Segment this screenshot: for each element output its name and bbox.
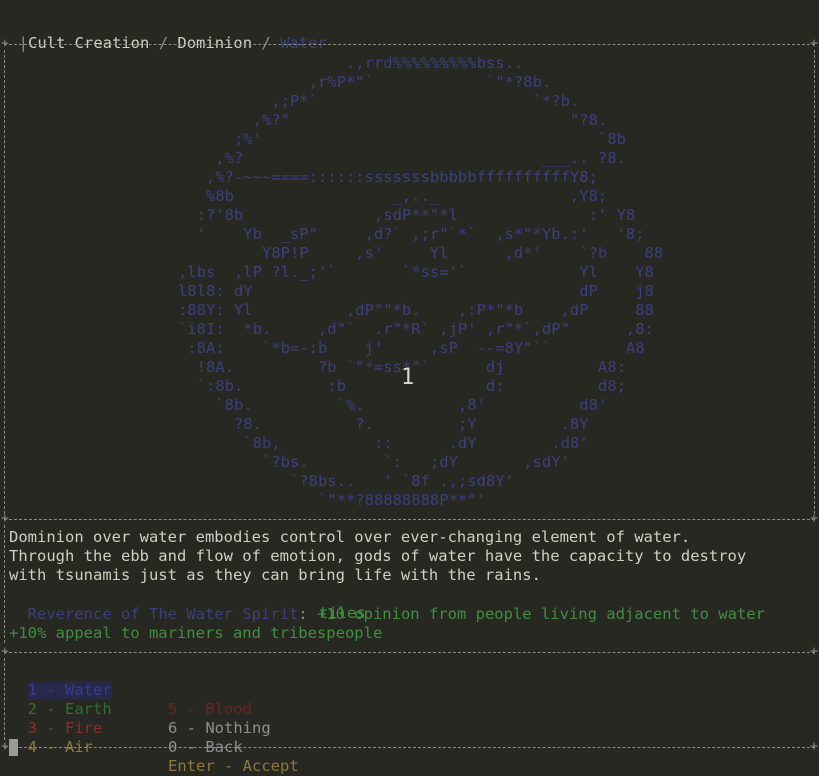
menu-row: 3 - Fire 0 - Back <box>9 700 819 756</box>
input-cursor[interactable] <box>9 739 18 756</box>
menu-row: 1 - Water 5 - Blood <box>9 662 819 718</box>
corner-plus: + <box>810 739 818 754</box>
separator-bottom <box>4 747 815 748</box>
separator-middle <box>4 519 815 520</box>
corner-plus: + <box>810 511 818 526</box>
menu-option-back[interactable]: 0 - Back <box>168 738 243 757</box>
description-line: Dominion over water embodies control ove… <box>9 528 691 546</box>
breadcrumb: |Cult Creation / Dominion / Water <box>0 15 819 52</box>
art-panel-left-border <box>4 50 5 514</box>
water-emblem-ascii-art: .,rrd%%%%%%%%%bss.. ,r%P*"` `"*?8b. ,;P*… <box>177 54 664 509</box>
menu-option-accept[interactable]: Enter - Accept <box>168 757 299 776</box>
separator-top <box>4 44 815 45</box>
description-line: Through the ebb and flow of emotion, god… <box>9 547 747 565</box>
breadcrumb-item-dominion[interactable]: Dominion <box>177 34 252 52</box>
emblem-center-number: 1 <box>401 365 415 390</box>
corner-plus: + <box>810 36 818 51</box>
breadcrumb-current: Water <box>280 34 327 52</box>
menu-option-air[interactable]: 4 - Air <box>28 738 93 756</box>
trait-separator: : <box>298 605 308 623</box>
left-border: | <box>18 34 29 52</box>
corner-plus: + <box>810 644 818 659</box>
trait-name: Reverence of The Water Spirit <box>27 605 299 623</box>
menu-row: 2 - Earth 6 - Nothing <box>9 681 819 737</box>
breadcrumb-separator: / <box>261 34 271 52</box>
breadcrumb-item-cult-creation[interactable]: Cult Creation <box>28 34 149 52</box>
menu-row: 4 - Air Enter - Accept <box>9 719 819 775</box>
breadcrumb-separator: / <box>158 34 169 52</box>
separator-lower <box>4 652 815 653</box>
trait-line: Reverence of The Water Spirit: +10 opini… <box>9 586 819 623</box>
art-panel-right-border <box>814 50 815 514</box>
description-left-border <box>4 525 5 643</box>
bonus-text: +10% appeal to mariners and tribespeople <box>9 624 383 642</box>
trait-effect-continued: tiles <box>319 604 366 622</box>
corner-plus: + <box>1 644 9 659</box>
corner-plus: + <box>1 511 9 526</box>
description-line: with tsunamis just as they can bring lif… <box>9 566 541 584</box>
menu-left-border <box>4 658 5 740</box>
corner-plus: + <box>1 36 9 51</box>
corner-plus: + <box>1 739 9 754</box>
